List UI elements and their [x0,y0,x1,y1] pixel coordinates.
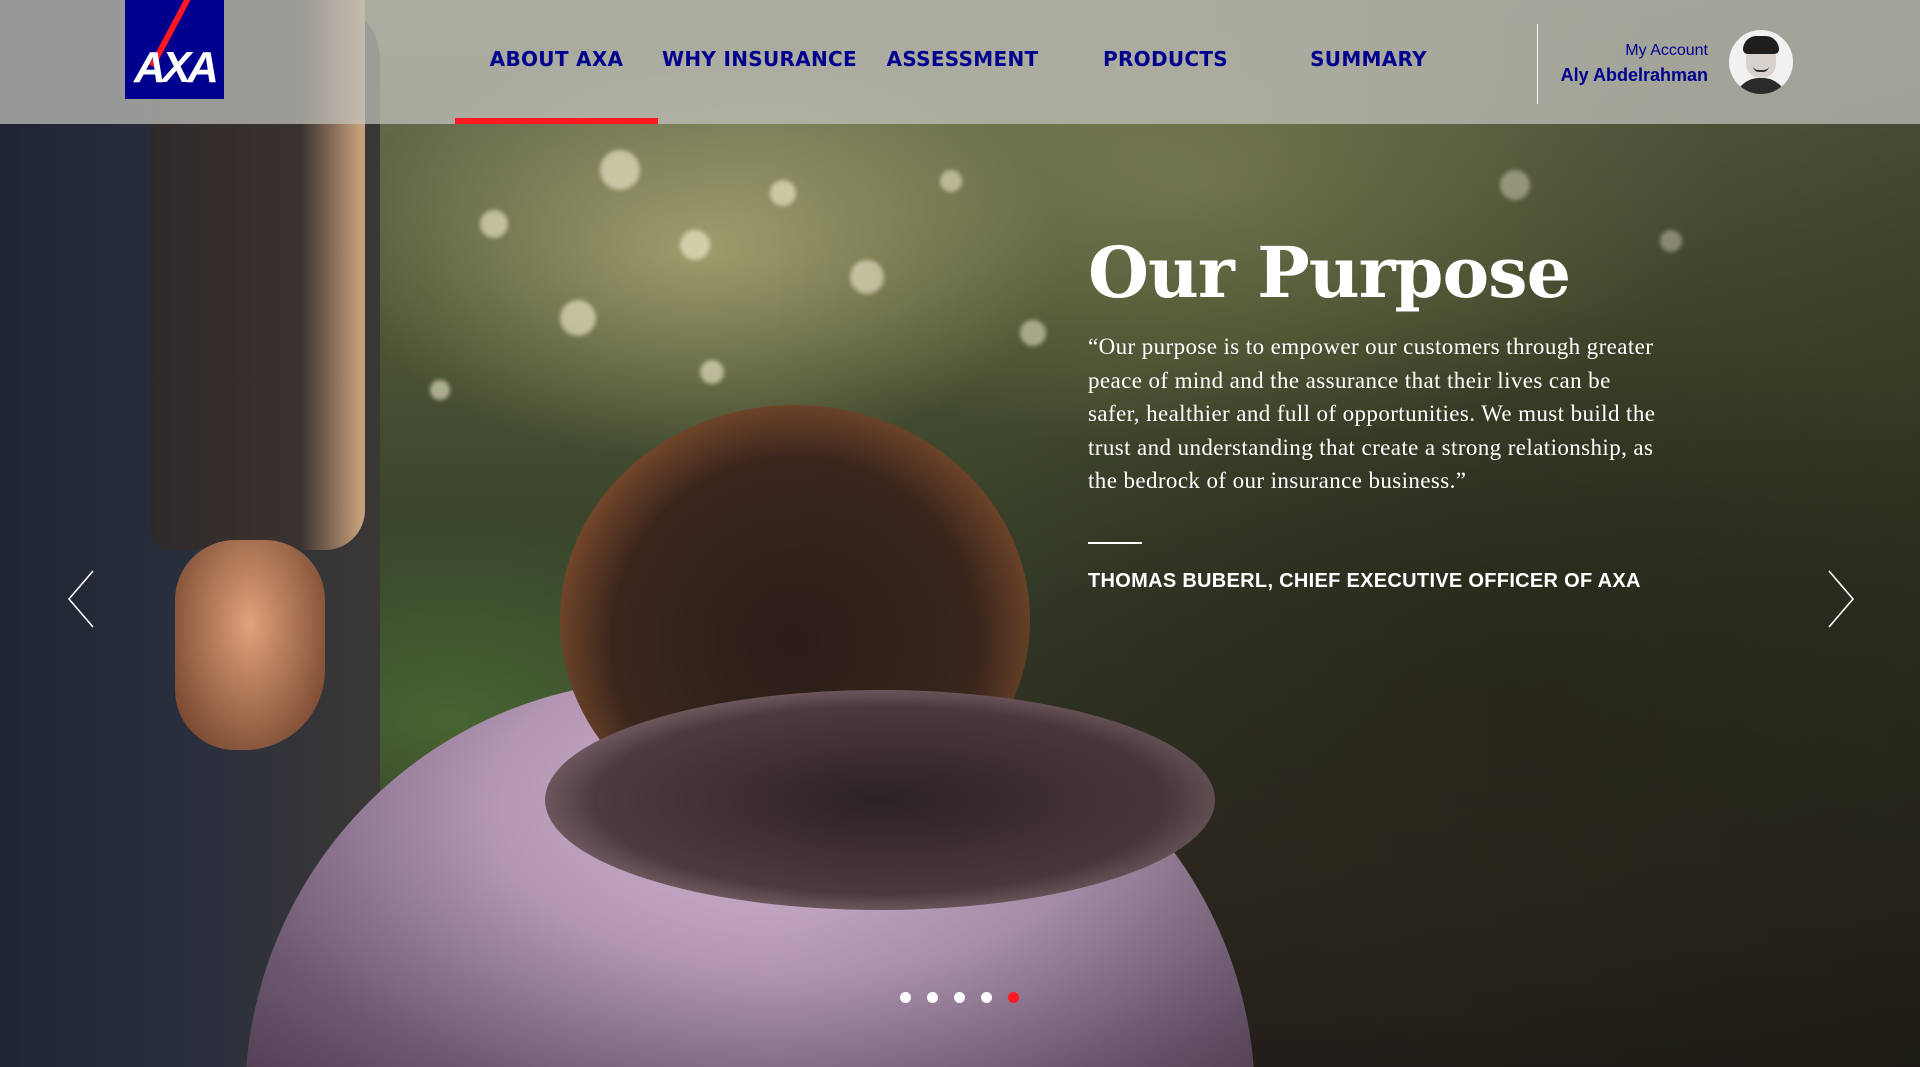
carousel-pagination [900,992,1019,1003]
chevron-left-icon [67,570,94,628]
hero-quote: “Our purpose is to empower our customers… [1088,334,1656,493]
carousel-dot-3[interactable] [954,992,965,1003]
top-navigation-bar: AXA ABOUT AXA WHY INSURANCE ASSESSMENT P… [0,0,1920,124]
carousel-dot-2[interactable] [927,992,938,1003]
carousel-dot-1[interactable] [900,992,911,1003]
carousel-dot-5[interactable] [1008,992,1019,1003]
account-username: Aly Abdelrahman [1560,65,1708,85]
hero-title: Our Purpose [1088,231,1571,314]
nav-item-why-insurance[interactable]: WHY INSURANCE [658,0,861,124]
page: AXA ABOUT AXA WHY INSURANCE ASSESSMENT P… [0,0,1920,1067]
carousel-prev-button[interactable] [66,568,100,630]
carousel-dot-4[interactable] [981,992,992,1003]
main-nav: ABOUT AXA WHY INSURANCE ASSESSMENT PRODU… [455,0,1470,124]
quote-author: THOMAS BUBERL, CHIEF EXECUTIVE OFFICER O… [1088,570,1641,592]
axa-logo[interactable]: AXA [125,0,224,99]
nav-item-assessment[interactable]: ASSESSMENT [861,0,1064,124]
chevron-right-icon [1828,570,1855,628]
nav-item-about-axa[interactable]: ABOUT AXA [455,0,658,124]
carousel-next-button[interactable] [1822,568,1856,630]
hero-background-image [0,0,1920,1067]
nav-item-summary[interactable]: SUMMARY [1267,0,1470,124]
header-divider [1537,24,1538,104]
my-account-link[interactable]: My Account [1561,40,1708,62]
account-info[interactable]: My Account Aly Abdelrahman [1561,40,1708,88]
user-avatar-icon[interactable] [1729,30,1793,94]
quote-divider [1088,542,1142,544]
nav-item-products[interactable]: PRODUCTS [1064,0,1267,124]
logo-text: AXA [134,43,219,92]
